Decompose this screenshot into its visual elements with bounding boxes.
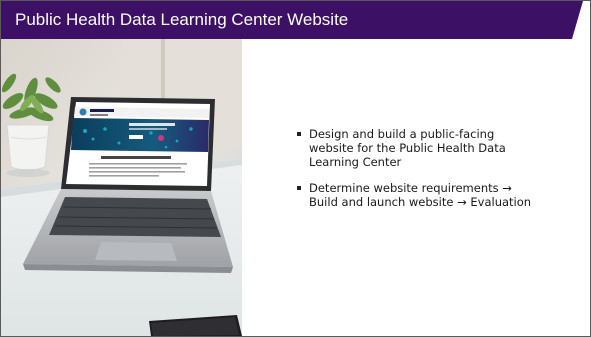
laptop-photo <box>1 39 242 336</box>
bullet-marker <box>297 186 301 190</box>
laptop-photo-image <box>1 39 242 336</box>
slide: Public Health Data Learning Center Websi… <box>0 0 591 337</box>
bullet-list: Design and build a public-facing website… <box>297 127 542 221</box>
bullet-item: Design and build a public-facing website… <box>297 127 542 169</box>
bullet-text: Design and build a public-facing website… <box>309 127 506 169</box>
slide-title: Public Health Data Learning Center Websi… <box>15 10 349 29</box>
bullet-item: Determine website requirements → Build a… <box>297 181 542 209</box>
bullet-marker <box>297 132 301 136</box>
bullet-text: Determine website requirements → Build a… <box>309 181 532 209</box>
title-bar: Public Health Data Learning Center Websi… <box>1 1 590 39</box>
